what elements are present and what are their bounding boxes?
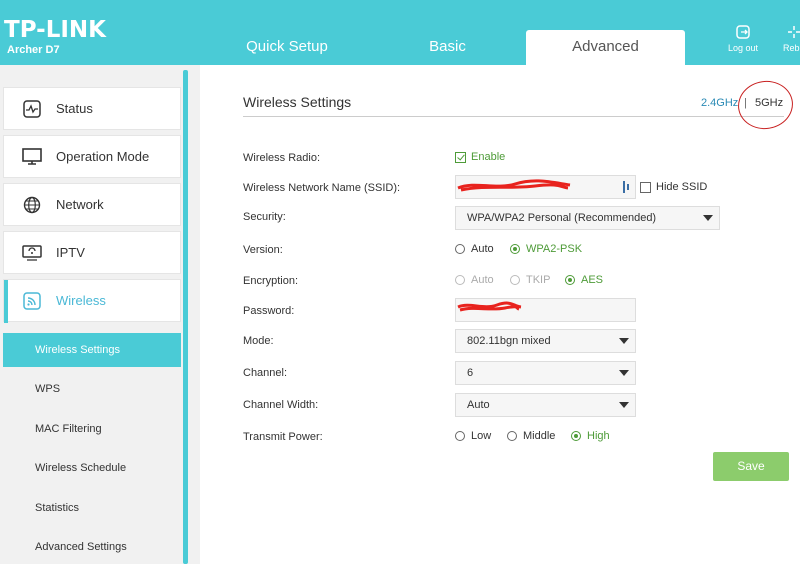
encryption-tkip-radio[interactable]: TKIP <box>510 274 550 286</box>
radio-label: Auto <box>471 243 494 255</box>
reboot-icon <box>788 26 800 38</box>
monitor-icon <box>22 147 42 167</box>
tab-advanced[interactable]: Advanced <box>526 30 685 65</box>
enable-radio-checkbox[interactable]: Enable <box>455 151 505 163</box>
title-divider <box>243 116 784 117</box>
save-button[interactable]: Save <box>713 452 789 481</box>
transmit-high-radio[interactable]: High <box>571 430 610 442</box>
sidebar-item-network[interactable]: Network <box>3 183 181 226</box>
top-header: TP-LINK Archer D7 Quick Setup Basic Adva… <box>0 0 800 65</box>
subnav-statistics[interactable]: Statistics <box>3 491 181 525</box>
sidebar-item-iptv[interactable]: IPTV <box>3 231 181 274</box>
radio-circle <box>571 431 581 441</box>
wifi-icon <box>22 291 42 311</box>
tab-quick-setup[interactable]: Quick Setup <box>214 30 360 65</box>
tab-basic[interactable]: Basic <box>375 30 520 65</box>
logout-label: Log out <box>727 43 759 53</box>
model-name: Archer D7 <box>7 44 60 56</box>
radio-circle <box>455 275 465 285</box>
channel-select[interactable]: 6 <box>455 361 636 385</box>
radio-label: TKIP <box>526 274 551 286</box>
brand-logo: TP-LINK <box>4 17 106 43</box>
radio-circle <box>565 275 575 285</box>
subnav-advanced-settings[interactable]: Advanced Settings <box>3 530 181 564</box>
sidebar-item-wireless[interactable]: Wireless <box>3 279 181 323</box>
radio-label: Auto <box>471 274 494 286</box>
logout-icon <box>736 25 750 39</box>
mode-select[interactable]: 802.11bgn mixed <box>455 329 636 353</box>
subnav-wireless-schedule[interactable]: Wireless Schedule <box>3 451 181 485</box>
chevron-down-icon <box>619 338 629 344</box>
radio-label: High <box>587 430 610 442</box>
sidebar-item-label: Wireless <box>56 293 106 308</box>
security-select[interactable]: WPA/WPA2 Personal (Recommended) <box>455 206 720 230</box>
channel-label: Channel: <box>243 367 288 379</box>
reboot-label: Reb <box>783 43 800 53</box>
version-label: Version: <box>243 244 283 256</box>
tv-icon <box>22 243 42 263</box>
active-indicator <box>4 280 8 323</box>
password-label: Password: <box>243 305 295 317</box>
globe-icon <box>22 195 42 215</box>
band-2-4ghz-link[interactable]: 2.4GHz <box>701 97 738 109</box>
sidebar-scrollbar[interactable] <box>183 70 188 564</box>
subnav-wps[interactable]: WPS <box>3 372 181 406</box>
page-title: Wireless Settings <box>243 94 352 110</box>
security-label: Security: <box>243 211 286 223</box>
text-cursor-icon <box>623 181 629 193</box>
wireless-radio-label: Wireless Radio: <box>243 152 321 164</box>
radio-label: AES <box>581 274 604 286</box>
redaction-scribble <box>457 301 522 312</box>
transmit-middle-radio[interactable]: Middle <box>507 430 555 442</box>
radio-circle <box>455 431 465 441</box>
radio-circle <box>510 275 520 285</box>
chevron-down-icon <box>619 402 629 408</box>
enable-label: Enable <box>471 151 506 163</box>
ssid-label: Wireless Network Name (SSID): <box>243 182 401 194</box>
version-auto-radio[interactable]: Auto <box>455 243 494 255</box>
annotation-circle <box>734 77 797 133</box>
radio-circle <box>507 431 517 441</box>
subnav-wireless-settings[interactable]: Wireless Settings <box>3 333 181 367</box>
mode-label: Mode: <box>243 335 274 347</box>
chevron-down-icon <box>703 215 713 221</box>
sidebar-item-label: Status <box>56 101 93 116</box>
sidebar-item-label: Network <box>56 197 104 212</box>
radio-label: Middle <box>523 430 556 442</box>
subnav-mac-filtering[interactable]: MAC Filtering <box>3 412 181 446</box>
checkbox-box <box>455 151 466 163</box>
version-wpa2-psk-radio[interactable]: WPA2-PSK <box>510 243 582 255</box>
channel-width-label: Channel Width: <box>243 399 319 411</box>
channel-width-value: Auto <box>467 399 490 411</box>
transmit-low-radio[interactable]: Low <box>455 430 491 442</box>
logout-button[interactable]: Log out <box>724 24 762 53</box>
sidebar-item-label: Operation Mode <box>56 149 150 164</box>
sidebar-item-status[interactable]: Status <box>3 87 181 130</box>
encryption-aes-radio[interactable]: AES <box>565 274 603 286</box>
hide-ssid-label: Hide SSID <box>656 181 708 193</box>
transmit-power-label: Transmit Power: <box>243 431 323 443</box>
encryption-auto-radio[interactable]: Auto <box>455 274 494 286</box>
sidebar-item-operation-mode[interactable]: Operation Mode <box>3 135 181 178</box>
hide-ssid-checkbox[interactable]: Hide SSID <box>640 181 707 193</box>
redaction-scribble <box>457 179 571 192</box>
mode-value: 802.11bgn mixed <box>467 335 551 347</box>
activity-icon <box>22 99 42 119</box>
radio-label: WPA2-PSK <box>526 243 583 255</box>
radio-circle <box>455 244 465 254</box>
channel-width-select[interactable]: Auto <box>455 393 636 417</box>
sidebar-item-label: IPTV <box>56 245 85 260</box>
encryption-label: Encryption: <box>243 275 299 287</box>
reboot-button[interactable]: Reb <box>783 24 800 53</box>
chevron-down-icon <box>619 370 629 376</box>
checkbox-box <box>640 181 651 193</box>
radio-circle <box>510 244 520 254</box>
radio-label: Low <box>471 430 492 442</box>
channel-value: 6 <box>467 367 474 379</box>
security-value: WPA/WPA2 Personal (Recommended) <box>467 212 657 224</box>
